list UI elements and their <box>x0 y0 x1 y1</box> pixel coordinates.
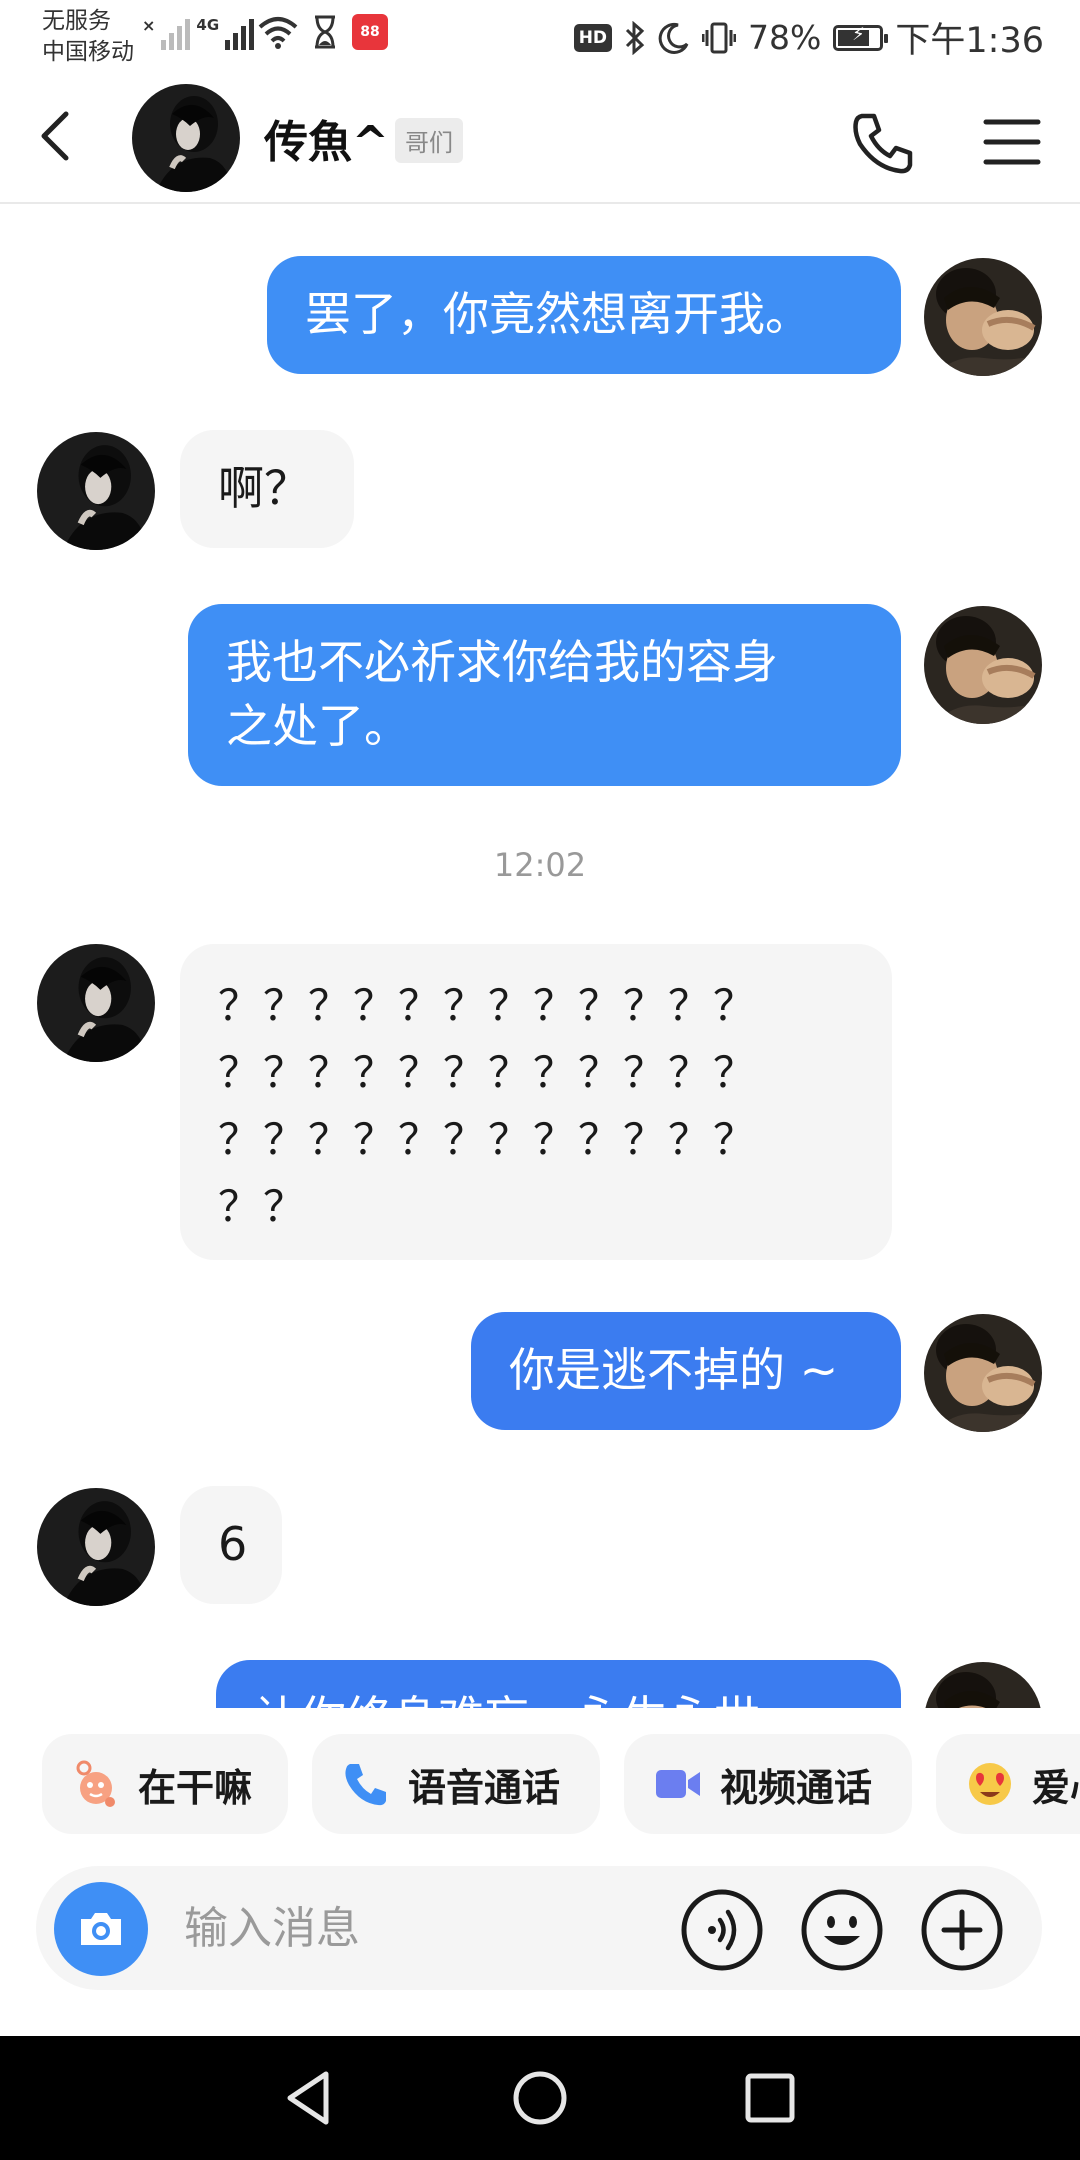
hd-voice-badge: HD <box>573 23 613 52</box>
network-type: 4G <box>196 16 220 34</box>
signal-indicators: × 4G <box>142 16 255 50</box>
message-text: 罢了，你竟然想离开我。 <box>305 287 811 341</box>
message-text-line: 之处了。 <box>226 699 410 753</box>
message-text-line: ？？？？？？？？？？？？ <box>218 981 759 1030</box>
contact-avatar-image <box>37 1488 155 1606</box>
voice-message-button[interactable] <box>680 1888 764 1972</box>
message-text: 啊？ <box>218 461 310 515</box>
quick-action-love[interactable]: 爱心 <box>936 1734 1080 1834</box>
message-text-line: 我也不必祈求你给我的容身 <box>226 635 778 689</box>
system-navigation-bar <box>0 2036 1080 2160</box>
contact-avatar-small[interactable] <box>37 1488 155 1606</box>
hourglass-icon <box>315 15 335 49</box>
quick-action-label: 视频通话 <box>720 1765 873 1810</box>
quick-action-label: 语音通话 <box>408 1765 561 1810</box>
message-bubble-received[interactable]: ？？？？？？？？？？？？ ？？？？？？？？？？？？ ？？？？？？？？？？？？ ？… <box>180 944 892 1260</box>
my-avatar-image <box>924 258 1042 376</box>
contact-avatar-image <box>132 84 240 192</box>
my-avatar-image <box>924 1662 1042 1708</box>
bluetooth-icon <box>625 20 645 55</box>
message-bubble-sent[interactable]: 我也不必祈求你给我的容身 之处了。 <box>188 604 901 786</box>
vibrate-icon <box>702 22 737 53</box>
contact-avatar-image <box>37 944 155 1062</box>
status-bar: 无服务 中国移动 × 4G 88 HD 78% ⚡ 下午1:36 <box>0 0 1080 70</box>
message-bubble-received[interactable]: 6 <box>180 1486 282 1604</box>
quick-action-whats-up[interactable]: 在干嘛 <box>42 1734 288 1834</box>
contact-avatar-small[interactable] <box>37 944 155 1062</box>
relationship-tag: 哥们 <box>395 118 463 163</box>
signal-bars-icon <box>161 16 191 50</box>
wifi-icon <box>258 17 298 49</box>
camera-button[interactable] <box>54 1882 148 1976</box>
my-avatar[interactable] <box>924 1314 1042 1432</box>
contact-avatar[interactable] <box>132 84 240 192</box>
do-not-disturb-moon-icon <box>658 22 689 54</box>
heart-eyes-icon <box>969 1763 1011 1805</box>
chat-header: 传魚^ 哥们 <box>0 70 1080 204</box>
status-right-icons: HD 78% ⚡ 下午1:36 <box>573 12 1044 63</box>
nav-back-button[interactable] <box>278 2066 342 2130</box>
emoji-button[interactable] <box>800 1888 884 1972</box>
quick-action-voice-call[interactable]: 语音通话 <box>312 1734 600 1834</box>
carrier-line-2: 中国移动 <box>42 39 134 65</box>
quick-action-video-call[interactable]: 视频通话 <box>624 1734 912 1834</box>
message-text: 6 <box>218 1517 248 1571</box>
carrier-info: 无服务 中国移动 <box>42 6 134 68</box>
contact-avatar-small[interactable] <box>37 432 155 550</box>
more-options-button[interactable] <box>920 1888 1004 1972</box>
message-text-line: ？？？？？？？？？？？？ <box>218 1048 759 1097</box>
message-bubble-sent[interactable]: 让你终身难忘，永生永世 <box>216 1660 901 1708</box>
my-avatar-image <box>924 606 1042 724</box>
message-input-bar <box>36 1866 1042 1990</box>
camera-icon <box>81 1913 121 1945</box>
nav-recents-button[interactable] <box>738 2066 802 2130</box>
battery-percent: 78% <box>748 18 822 57</box>
carrier-line-1: 无服务 <box>42 8 111 34</box>
cellular-signal-icon <box>225 16 255 50</box>
chat-messages[interactable]: 罢了，你竟然想离开我。 啊？ 我也不必祈求你给我的容身 之处了。 12:02 ？… <box>0 204 1080 1708</box>
contact-name: 传魚^ <box>264 117 389 168</box>
quick-actions-bar: 在干嘛 语音通话 视频通话 爱心 <box>0 1708 1080 1856</box>
message-input[interactable] <box>182 1894 656 1962</box>
clock: 下午1:36 <box>895 21 1044 61</box>
message-text-line: ？？ <box>218 1182 309 1231</box>
message-timestamp: 12:02 <box>493 846 587 884</box>
contact-avatar-image <box>37 432 155 550</box>
my-avatar[interactable] <box>924 606 1042 724</box>
battery-icon: ⚡ <box>833 23 889 51</box>
menu-button[interactable] <box>982 112 1042 172</box>
phone-icon <box>345 1764 386 1806</box>
message-text: 你是逃不掉的 ~ <box>509 1343 839 1397</box>
message-bubble-sent[interactable]: 罢了，你竟然想离开我。 <box>267 256 901 374</box>
back-button[interactable] <box>28 106 88 166</box>
video-icon <box>656 1770 700 1798</box>
my-avatar-image <box>924 1314 1042 1432</box>
message-bubble-received[interactable]: 啊？ <box>180 430 354 548</box>
my-avatar[interactable] <box>924 258 1042 376</box>
charging-bolt-icon: ⚡ <box>852 23 865 45</box>
nav-home-button[interactable] <box>508 2066 572 2130</box>
wave-icon <box>76 1760 115 1807</box>
quick-action-label: 爱心 <box>1032 1765 1080 1810</box>
quick-action-label: 在干嘛 <box>138 1765 253 1810</box>
phone-call-button[interactable] <box>848 108 918 178</box>
status-left-icons: 88 <box>258 14 388 50</box>
app-notification-icon: 88 <box>352 14 388 50</box>
message-text-line: ？？？？？？？？？？？？ <box>218 1115 759 1164</box>
my-avatar[interactable] <box>924 1662 1042 1708</box>
no-signal-icon: × <box>142 16 156 35</box>
message-bubble-sent[interactable]: 你是逃不掉的 ~ <box>471 1312 901 1430</box>
message-text: 让你终身难忘，永生永世 <box>254 1686 863 1708</box>
